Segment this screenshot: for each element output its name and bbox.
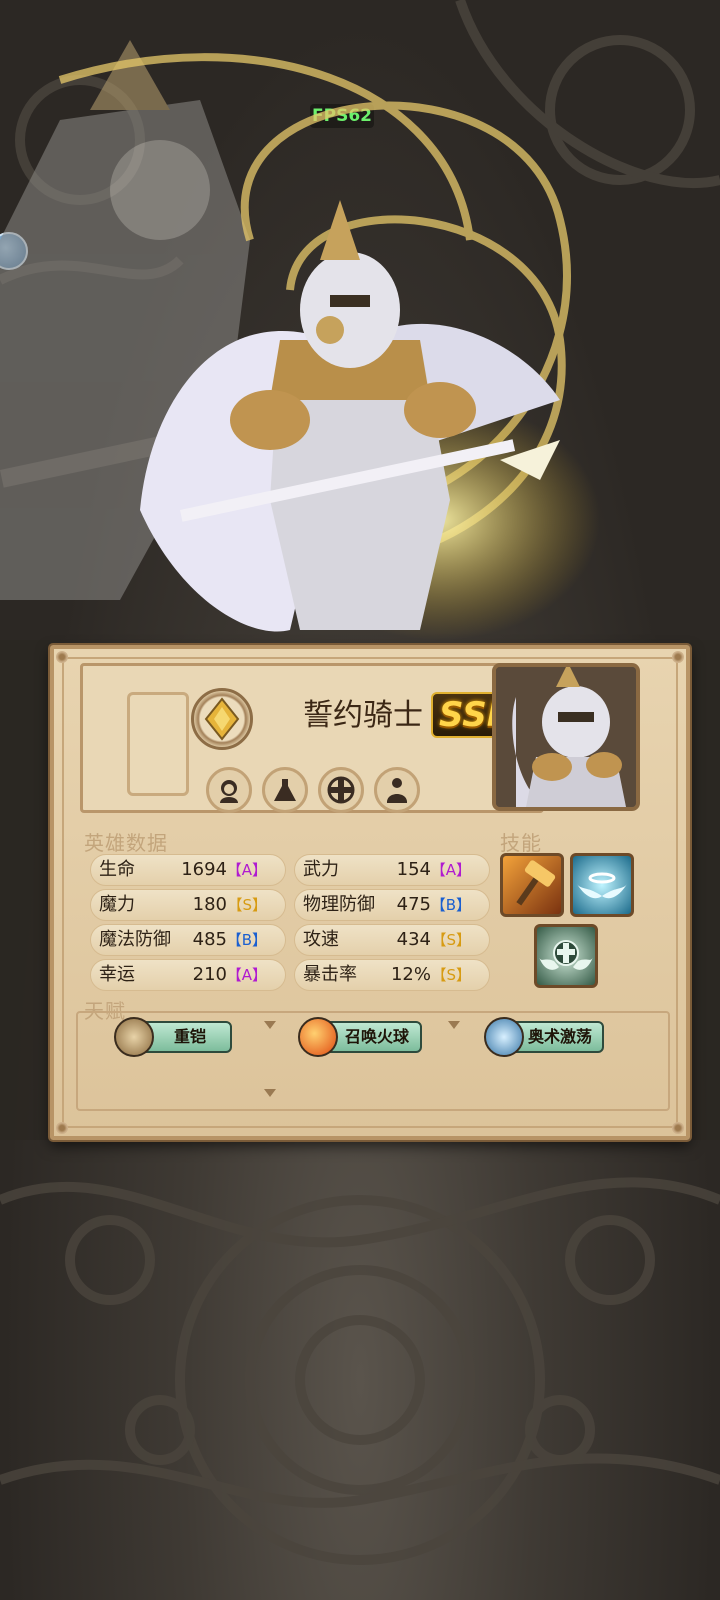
stat-row: 魔法防御 485 【B】 [90,924,286,956]
stats-section-title: 英雄数据 [84,831,168,855]
stat-row: 武力 154 【A】 [294,854,490,886]
hero-header: 誓约骑士 SSR [80,663,544,813]
stat-name: 武力 [303,859,339,880]
stat-name: 物理防御 [303,894,375,915]
hero-info-panel: 誓约骑士 SSR 英雄数据 技能 天赋 生命 1694 【A】 魔力 180 【… [50,645,690,1140]
stat-row: 生命 1694 【A】 [90,854,286,886]
chevron-down-icon [264,1089,276,1097]
stat-row: 物理防御 475 【B】 [294,889,490,921]
talent-label: 召唤火球 [344,1027,409,1046]
scroll-decoration-icon [127,692,189,796]
flask-icon[interactable] [262,767,308,813]
stat-grade: 【A】 [226,861,267,879]
stat-grade: 【A】 [430,861,471,879]
stat-name: 魔法防御 [99,929,171,950]
stat-row: 幸运 210 【A】 [90,959,286,991]
skills-section-title: 技能 [500,831,542,855]
hero-portrait[interactable] [492,663,640,811]
female-face-icon[interactable] [206,767,252,813]
stat-value: 154 [396,859,431,880]
stat-row: 魔力 180 【S】 [90,889,286,921]
armored-warrior-icon[interactable] [114,1017,154,1057]
chevron-down-icon [448,1021,460,1029]
stat-name: 攻速 [303,929,339,950]
stat-value: 210 [192,964,227,985]
winged-cross-skill-icon[interactable] [534,924,598,988]
stat-grade: 【S】 [227,896,267,914]
cross-icon[interactable] [318,767,364,813]
corner-rivet-icon [672,651,684,663]
stat-name: 生命 [99,859,135,880]
stat-row: 暴击率 12% 【S】 [294,959,490,991]
hero-illustration [0,40,600,640]
corner-rivet-icon [56,651,68,663]
stat-name: 魔力 [99,894,135,915]
hammer-skill-icon[interactable] [500,853,564,917]
class-emblem-icon[interactable] [191,688,253,750]
stat-value: 180 [192,894,227,915]
talent-label: 重铠 [173,1027,206,1046]
corner-rivet-icon [56,1122,68,1134]
stat-value: 475 [396,894,431,915]
fireball-icon[interactable] [298,1017,338,1057]
stat-grade: 【S】 [431,966,471,984]
stat-value: 1694 [181,859,227,880]
stat-name: 暴击率 [303,964,357,985]
chevron-down-icon [264,1021,276,1029]
heavy-body-icon[interactable] [374,767,420,813]
stat-value: 12% [390,964,431,985]
stat-name: 幸运 [99,964,135,985]
stat-grade: 【S】 [431,931,471,949]
stat-grade: 【B】 [430,896,471,914]
stat-row: 攻速 434 【S】 [294,924,490,956]
stat-value: 485 [192,929,227,950]
winged-halo-skill-icon[interactable] [570,853,634,917]
stat-grade: 【A】 [226,966,267,984]
stat-grade: 【B】 [226,931,267,949]
stat-value: 434 [396,929,431,950]
hero-name: 誓约骑士 [303,698,423,733]
arcane-mage-icon[interactable] [484,1017,524,1057]
corner-rivet-icon [672,1122,684,1134]
